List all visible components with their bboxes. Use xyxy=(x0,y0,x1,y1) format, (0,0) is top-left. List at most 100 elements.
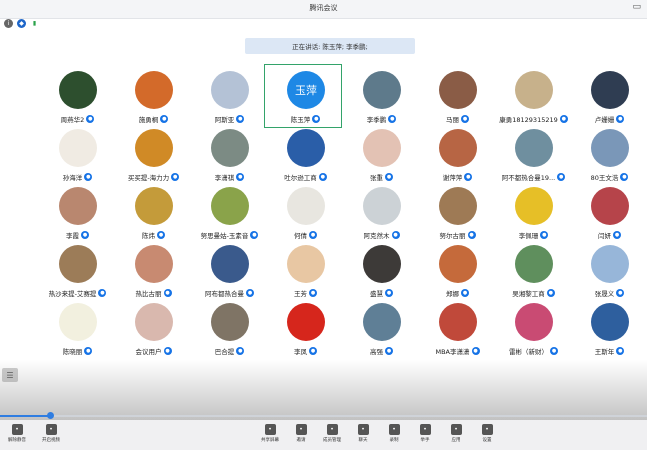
participant-name-row: 热比古丽 ● xyxy=(116,287,191,298)
mic-icon: ● xyxy=(171,172,180,181)
participant-avatar xyxy=(591,129,629,167)
participant-avatar xyxy=(363,71,401,109)
mic-icon: ● xyxy=(550,346,558,355)
participant-tile[interactable]: 何倩 ● xyxy=(268,183,343,249)
toolbar-label: 成员管理 xyxy=(323,438,341,443)
participant-name: 买买提-海力力 xyxy=(127,173,170,182)
shield-icon[interactable]: ◆ xyxy=(17,19,26,28)
mic-icon: ● xyxy=(163,288,172,297)
invite-button[interactable]: • 邀请 xyxy=(286,424,316,448)
participant-tile[interactable]: 热比古丽 ● xyxy=(116,241,191,307)
mic-icon: ● xyxy=(391,230,400,239)
window-close-icon[interactable]: ▭ xyxy=(632,2,641,12)
mic-icon: • xyxy=(11,424,23,435)
participant-name-row: 李霞 ● xyxy=(40,229,115,240)
mic-icon: ● xyxy=(546,288,555,297)
participant-tile[interactable]: 盛慧 ● xyxy=(344,241,419,307)
mic-button[interactable]: • 解除静音 xyxy=(2,424,32,448)
participant-name: 张晟义 xyxy=(594,289,615,298)
progress-knob[interactable] xyxy=(47,412,54,419)
participant-tile[interactable]: 阿不都热合曼19... ● xyxy=(496,125,571,191)
participant-name: 王斯年 xyxy=(594,347,615,356)
participant-tile[interactable]: 马丽 ● xyxy=(420,67,495,133)
progress-fill xyxy=(0,415,50,417)
participant-avatar xyxy=(363,303,401,341)
camera-button[interactable]: • 开启视频 xyxy=(36,424,66,448)
members-button[interactable]: • 成员管理 xyxy=(317,424,347,448)
mic-icon: ● xyxy=(557,172,566,181)
toolbar-label: 解除静音 xyxy=(8,438,26,443)
participant-name: 吴湘黎工商 xyxy=(512,289,545,298)
chat-button[interactable]: • 聊天 xyxy=(348,424,378,448)
participant-tile[interactable]: 会议用户 ● xyxy=(116,299,191,365)
participant-tile[interactable]: 高强 ● xyxy=(344,299,419,365)
participant-tile[interactable]: 巴合提 ● xyxy=(192,299,267,365)
info-icon[interactable]: i xyxy=(4,19,13,28)
participant-tile[interactable]: 周燕华2 ● xyxy=(40,67,115,133)
participant-tile[interactable]: MBA李潇潇 ● xyxy=(420,299,495,365)
participant-name: 阿布都热合曼 xyxy=(205,289,244,298)
mic-icon: ● xyxy=(616,114,625,123)
participant-tile[interactable]: 闫妍 ● xyxy=(572,183,647,249)
bottom-shade xyxy=(0,360,647,420)
participant-tile[interactable]: 李佩珊 ● xyxy=(496,183,571,249)
gear-button[interactable]: • 设置 xyxy=(472,424,502,448)
mic-icon: ● xyxy=(461,288,469,297)
participant-tile[interactable]: 买买提-海力力 ● xyxy=(116,125,191,191)
participant-tile[interactable]: 张晟义 ● xyxy=(572,241,647,307)
participant-tile[interactable]: 张重 ● xyxy=(344,125,419,191)
record-button[interactable]: • 录制 xyxy=(379,424,409,448)
participant-name-row: 阿不都热合曼19... ● xyxy=(496,171,571,182)
share-button[interactable]: • 共享屏幕 xyxy=(255,424,285,448)
participant-tile[interactable]: 努思曼姑-玉素音 ● xyxy=(192,183,267,249)
participant-tile[interactable]: 吴湘黎工商 ● xyxy=(496,241,571,307)
participant-tile[interactable]: 80王文浩 ● xyxy=(572,125,647,191)
mic-icon: ● xyxy=(309,346,317,355)
signal-icon[interactable]: ▮ xyxy=(30,19,39,28)
participant-avatar: 玉萍 xyxy=(287,71,325,109)
participant-tile[interactable]: 谢萍萍 ● xyxy=(420,125,495,191)
toolbar-label: 设置 xyxy=(482,438,492,443)
mic-icon: ● xyxy=(312,114,321,123)
share-icon: • xyxy=(264,424,276,435)
participant-name: 努思曼姑-玉素音 xyxy=(200,231,249,240)
participant-tile[interactable]: 郑娜 ● xyxy=(420,241,495,307)
participant-tile[interactable]: 王芳 ● xyxy=(268,241,343,307)
participant-avatar xyxy=(515,245,553,283)
participant-tile[interactable]: 李霞 ● xyxy=(40,183,115,249)
progress-scrubber[interactable] xyxy=(0,412,647,419)
participant-name-row: 何倩 ● xyxy=(268,229,343,240)
participant-tile[interactable]: 玉萍 陈玉萍 ● xyxy=(264,64,343,133)
participant-avatar xyxy=(211,129,249,167)
participant-tile[interactable]: 施勇桐 ● xyxy=(116,67,191,133)
hand-button[interactable]: • 举手 xyxy=(410,424,440,448)
participant-avatar xyxy=(287,245,325,283)
participant-avatar xyxy=(591,187,629,225)
participant-tile[interactable]: 阿克然木 ● xyxy=(344,183,419,249)
participant-tile[interactable]: 热沙来提-艾赛提 ● xyxy=(40,241,115,307)
participant-tile[interactable]: 康勇18129315219 ● xyxy=(496,67,571,133)
participant-tile[interactable]: 陈晓丽 ● xyxy=(40,299,115,365)
participant-tile[interactable]: 雷彬（新财） ● xyxy=(496,299,571,365)
mic-icon: ● xyxy=(81,230,89,239)
participant-tile[interactable]: 阿布都热合曼 ● xyxy=(192,241,267,307)
participant-tile[interactable]: 努尔古丽 ● xyxy=(420,183,495,249)
participant-name-row: 陈炜 ● xyxy=(116,229,191,240)
participant-name: 李凤 xyxy=(294,347,307,356)
participant-avatar xyxy=(439,187,477,225)
participant-tile[interactable]: 李潇祺 ● xyxy=(192,125,267,191)
participant-tile[interactable]: 卢姗姗 ● xyxy=(572,67,647,133)
participant-tile[interactable]: 吐尔逊工商 ● xyxy=(268,125,343,191)
participant-name: 周燕华2 xyxy=(60,115,85,124)
participant-tile[interactable]: 王斯年 ● xyxy=(572,299,647,365)
participant-name: 高强 xyxy=(370,347,383,356)
participant-tile[interactable]: 阿斯亚 ● xyxy=(192,67,267,133)
apps-button[interactable]: • 应用 xyxy=(441,424,471,448)
participant-tile[interactable]: 李季鹏 ● xyxy=(344,67,419,133)
participant-name-row: 阿布都热合曼 ● xyxy=(192,287,267,298)
participant-tile[interactable]: 陈炜 ● xyxy=(116,183,191,249)
participant-tile[interactable]: 孙海洋 ● xyxy=(40,125,115,191)
participant-avatar xyxy=(591,71,629,109)
participant-tile[interactable]: 李凤 ● xyxy=(268,299,343,365)
participant-name-row: 巴合提 ● xyxy=(192,345,267,356)
